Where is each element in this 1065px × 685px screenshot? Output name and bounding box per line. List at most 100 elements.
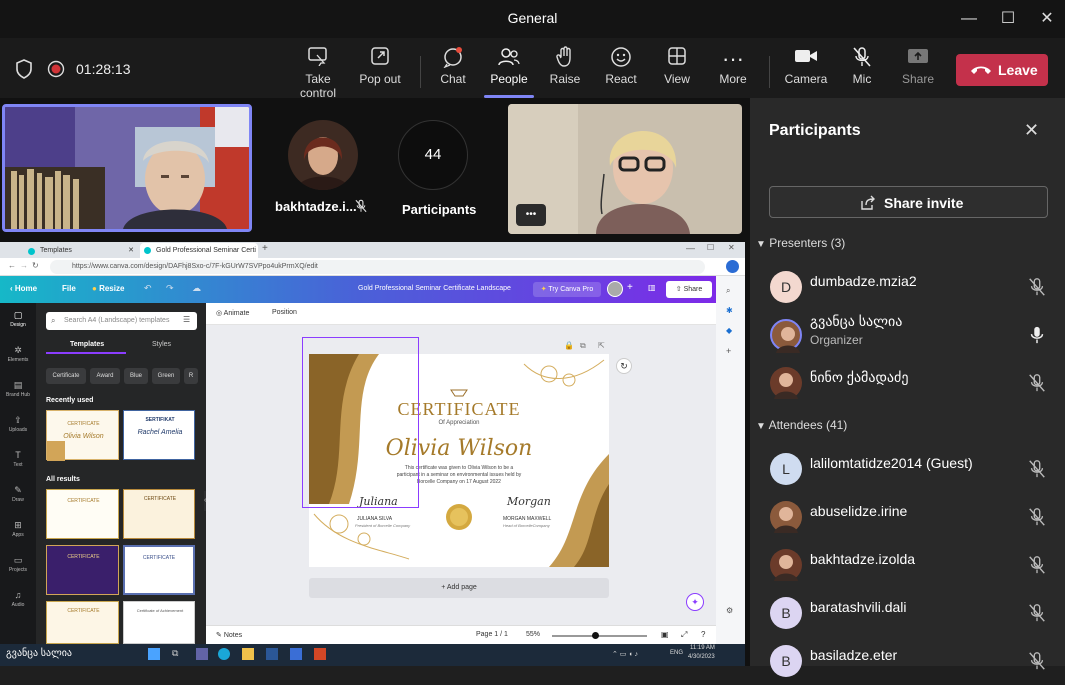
page-indicator[interactable]: Page 1 / 1	[476, 631, 508, 638]
mic-muted-icon[interactable]	[1027, 373, 1047, 393]
task-view-icon[interactable]: ⧉	[172, 648, 178, 659]
new-tab-icon[interactable]: +	[262, 243, 268, 254]
tab-styles[interactable]: Styles	[152, 341, 171, 348]
template-thumbnail[interactable]: CERTIFICATE Olivia Wilson	[46, 410, 119, 461]
teams-taskbar-icon[interactable]	[196, 648, 208, 660]
mic-muted-icon[interactable]	[1027, 555, 1047, 575]
filter-chip[interactable]: Certificate	[46, 368, 86, 384]
presenter-row[interactable]: გვანცა სალია Organizer	[750, 311, 1065, 359]
video-tile-active-speaker[interactable]	[2, 104, 252, 232]
canva-rail-item[interactable]: ✲ Elements	[0, 344, 36, 374]
forward-icon[interactable]: →	[20, 261, 28, 270]
close-window-button[interactable]: ✕	[1034, 6, 1060, 32]
template-thumbnail[interactable]: Certificate of Achievement	[123, 601, 195, 644]
powerpoint-taskbar-icon[interactable]	[314, 648, 326, 660]
duplicate-icon[interactable]: ⧉	[580, 341, 586, 351]
canva-home-link[interactable]: ‹ Home	[10, 284, 37, 293]
word-taskbar-icon[interactable]	[290, 648, 302, 660]
raise-hand-button[interactable]: Raise	[534, 46, 596, 96]
people-button[interactable]: People	[478, 46, 540, 98]
settings-icon[interactable]: ⚙	[726, 606, 733, 615]
template-thumbnail[interactable]: CERTIFICATE	[46, 545, 119, 595]
attendee-row[interactable]: Llalilomtatidze2014 (Guest)	[750, 445, 1065, 493]
filter-chip[interactable]: Blue	[124, 368, 148, 384]
pop-out-button[interactable]: Pop out	[349, 46, 411, 96]
signatory-right-role[interactable]: Head of BorcelleCompany	[503, 523, 550, 528]
search-icon[interactable]: ⌕	[726, 286, 730, 296]
mic-muted-icon[interactable]	[1027, 603, 1047, 623]
try-canva-pro-button[interactable]: ✦ Try Canva Pro	[533, 282, 601, 297]
mic-icon[interactable]	[1027, 325, 1047, 345]
profile-icon[interactable]	[726, 260, 739, 273]
take-control-button[interactable]: Take control	[286, 46, 350, 100]
filter-chip[interactable]: Green	[152, 368, 180, 384]
explorer-taskbar-icon[interactable]	[242, 648, 254, 660]
signatory-right-name[interactable]: MORGAN MAXWELL	[503, 516, 551, 522]
mic-muted-icon[interactable]	[1027, 459, 1047, 479]
user-avatar[interactable]	[607, 281, 623, 297]
canva-rail-item[interactable]: ⇪ Uploads	[0, 414, 36, 444]
shield-icon[interactable]	[14, 58, 34, 80]
back-icon[interactable]: ←	[8, 261, 16, 270]
canva-rail-item[interactable]: ▭ Projects	[0, 554, 36, 584]
attendees-section-header[interactable]: ▼ Attendees (41)	[756, 418, 847, 432]
store-taskbar-icon[interactable]	[266, 648, 278, 660]
mic-muted-icon[interactable]	[1027, 277, 1047, 297]
react-button[interactable]: React	[590, 46, 652, 96]
undo-icon[interactable]: ↶	[144, 283, 152, 294]
participant-avatar[interactable]	[288, 120, 358, 190]
extension-icon[interactable]: ✱	[726, 306, 733, 315]
refresh-design-icon[interactable]: ↻	[616, 358, 632, 374]
lock-icon[interactable]: 🔒	[564, 341, 574, 350]
notes-button[interactable]: ✎ Notes	[216, 631, 242, 639]
redo-icon[interactable]: ↷	[166, 283, 174, 294]
canva-rail-item[interactable]: ▢ Design	[0, 309, 36, 339]
maximize-icon[interactable]: ☐	[707, 243, 714, 252]
mic-muted-icon[interactable]	[1027, 651, 1047, 671]
camera-button[interactable]: Camera	[775, 46, 837, 96]
attendee-row[interactable]: abuselidze.irine	[750, 493, 1065, 541]
presenter-row[interactable]: ნინო ქამადაძე	[750, 359, 1065, 407]
canva-rail-item[interactable]: T Text	[0, 449, 36, 479]
refresh-icon[interactable]: ↻	[32, 261, 39, 270]
tile-more-button[interactable]: •••	[516, 204, 546, 226]
browser-tab-templates[interactable]: Templates ✕	[24, 244, 136, 258]
taskbar-app-icon[interactable]	[148, 648, 160, 660]
canva-resize-button[interactable]: ● Resize	[92, 284, 124, 293]
zoom-level[interactable]: 55%	[526, 631, 540, 638]
add-page-icon[interactable]: ⇱	[598, 341, 605, 350]
leave-button[interactable]: Leave	[956, 54, 1048, 86]
presenters-section-header[interactable]: ▼ Presenters (3)	[756, 236, 845, 250]
template-thumbnail[interactable]: SERTIFIKAT Rachel Amelia	[123, 410, 195, 460]
design-title[interactable]: Gold Professional Seminar Certificate La…	[358, 285, 511, 292]
grid-view-icon[interactable]: ▣	[661, 630, 669, 639]
attendee-row[interactable]: bakhtadze.izolda	[750, 541, 1065, 589]
attendee-row[interactable]: Bbaratashvili.dali	[750, 589, 1065, 637]
fullscreen-icon[interactable]: ⤢	[681, 630, 687, 640]
more-button[interactable]: ··· More	[702, 46, 764, 96]
attendee-row[interactable]: Bbasiladze.eter	[750, 637, 1065, 685]
chat-button[interactable]: Chat	[422, 46, 484, 96]
close-tab-icon[interactable]: ✕	[128, 244, 134, 258]
canva-share-button[interactable]: ⇧ Share	[666, 281, 712, 298]
share-button[interactable]: Share	[887, 46, 949, 96]
minimize-button[interactable]: —	[956, 6, 982, 32]
template-thumbnail[interactable]: CERTIFICATE	[46, 601, 119, 644]
canva-rail-item[interactable]: ♫ Audio	[0, 589, 36, 619]
insights-icon[interactable]: ▥	[648, 283, 656, 292]
browser-tab-active[interactable]: Gold Professional Seminar Certi	[140, 243, 258, 258]
add-collaborator-icon[interactable]: +	[627, 282, 633, 293]
template-thumbnail[interactable]: CERTIFICATE	[123, 545, 195, 595]
filter-chip[interactable]: R	[184, 368, 198, 384]
close-panel-icon[interactable]: ✕	[1024, 120, 1039, 141]
zoom-slider-track[interactable]	[552, 635, 647, 637]
template-search-input[interactable]: Search A4 (Landscape) templates	[46, 312, 197, 330]
outlook-icon[interactable]: ◆	[726, 326, 732, 335]
edge-taskbar-icon[interactable]	[218, 648, 230, 660]
template-thumbnail[interactable]: CERTIFICATE	[46, 489, 119, 539]
magic-assistant-icon[interactable]: ✦	[686, 593, 704, 611]
canva-file-menu[interactable]: File	[62, 284, 76, 293]
position-button[interactable]: Position	[272, 309, 297, 316]
url-input[interactable]: https://www.canva.com/design/DAFhj8Sxo-c…	[50, 260, 705, 274]
view-button[interactable]: View	[646, 46, 708, 96]
